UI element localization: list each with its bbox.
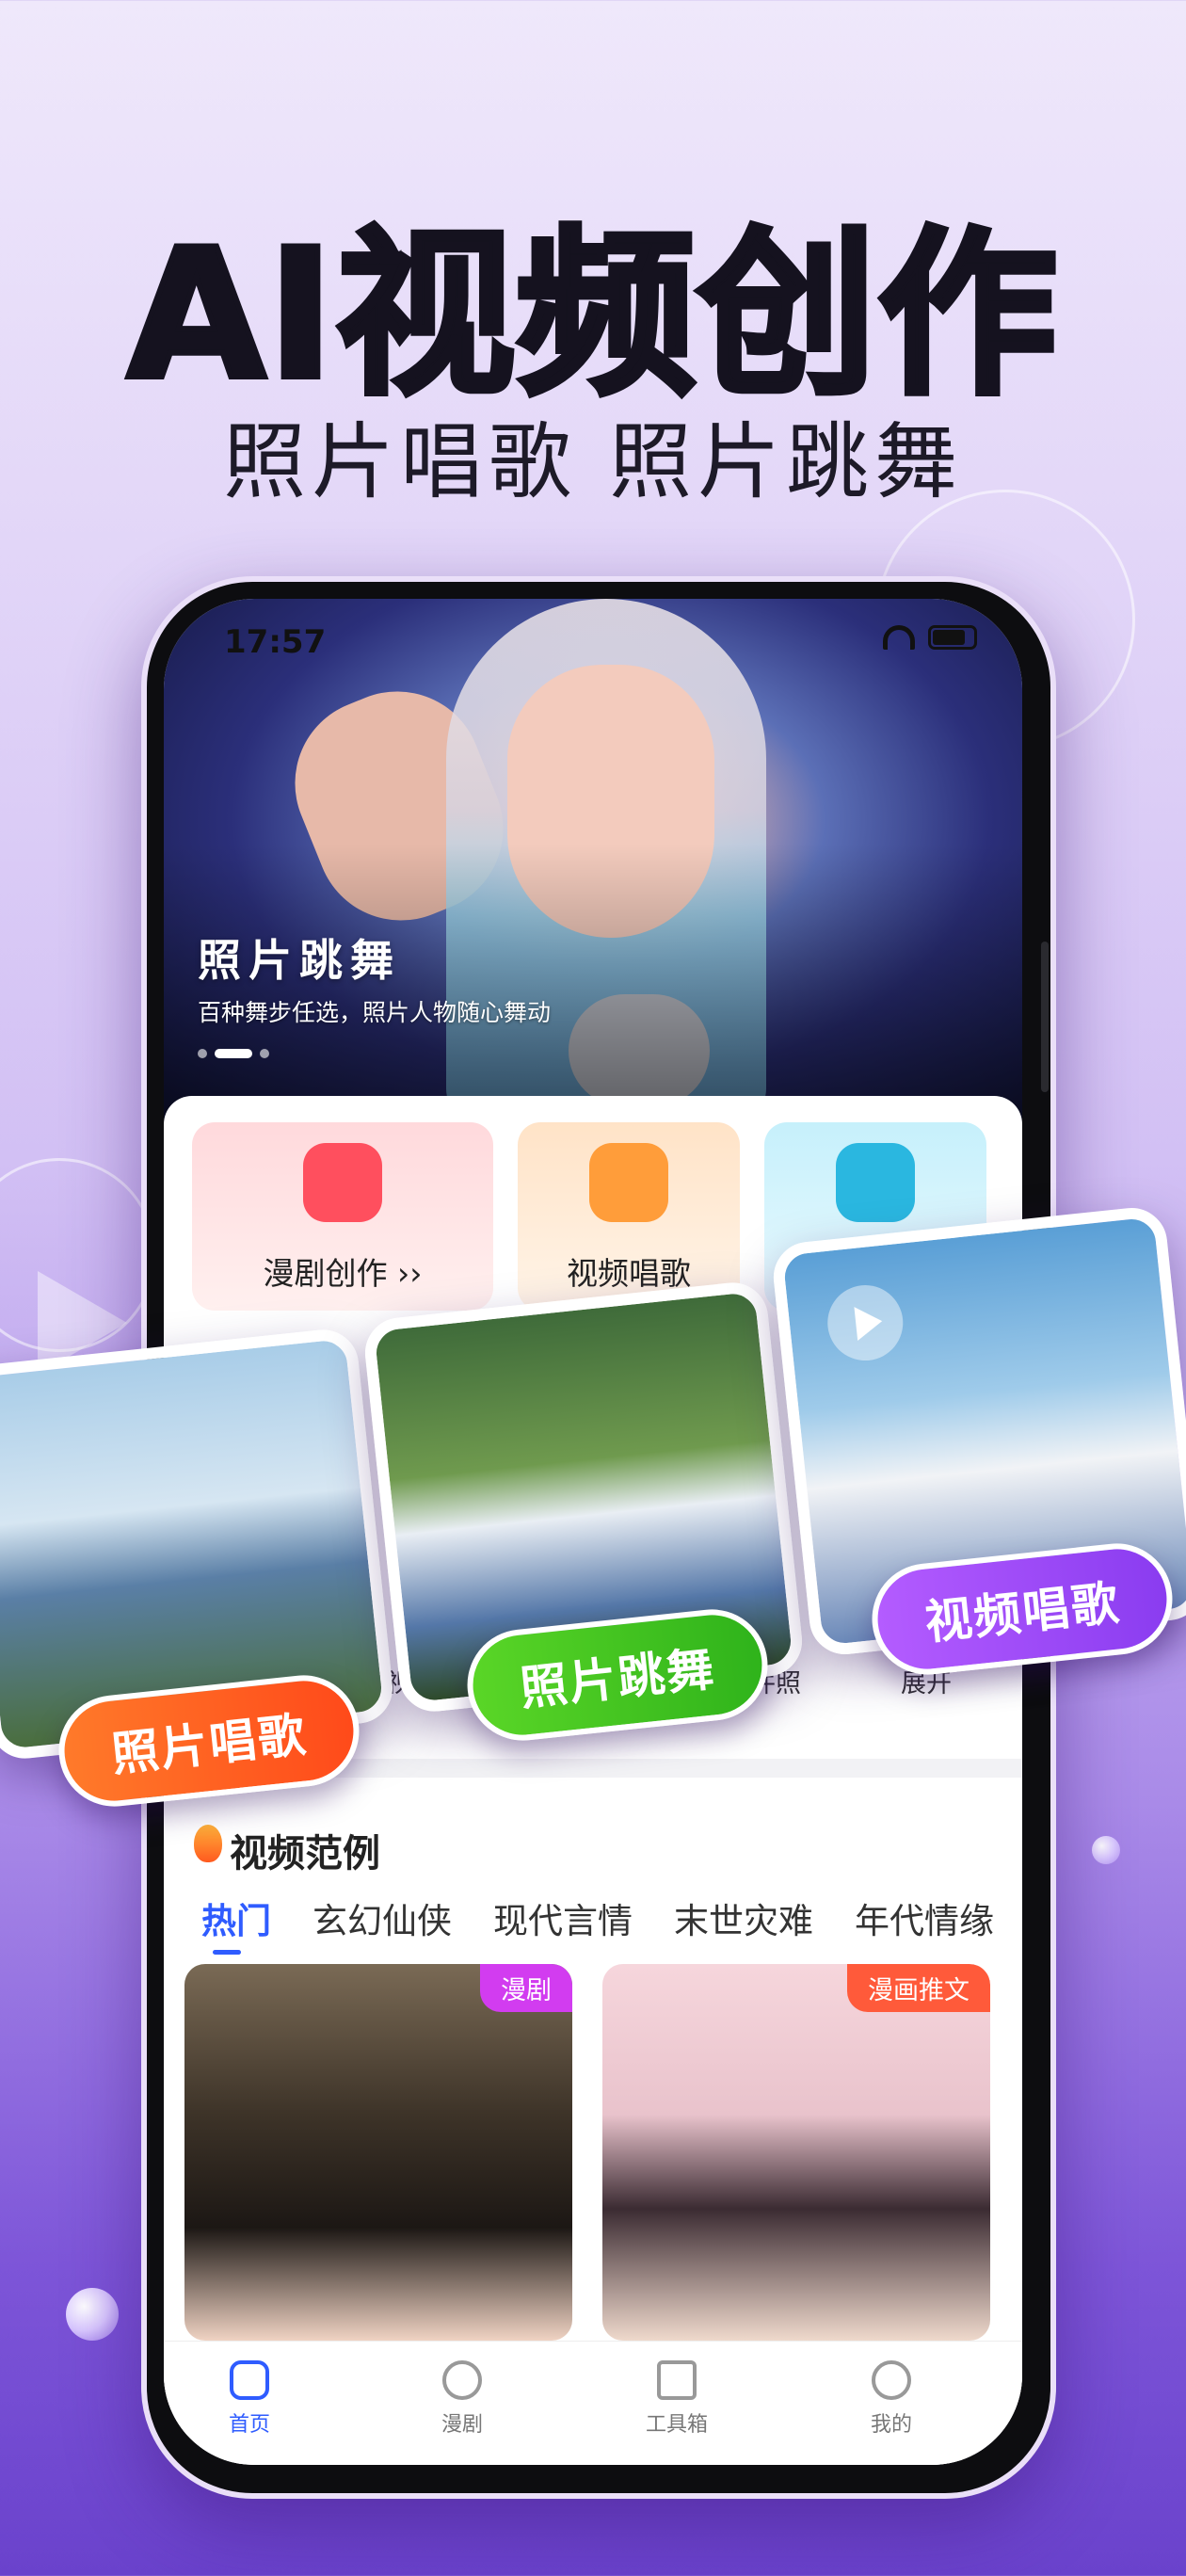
home-icon: [230, 2360, 269, 2400]
tab-hot[interactable]: 热门: [201, 1892, 271, 1955]
example-card-manju[interactable]: 漫剧: [184, 1964, 572, 2341]
nav-profile[interactable]: 我的: [821, 2360, 962, 2438]
bear-play-icon: [442, 2360, 482, 2400]
status-time: 17:57: [224, 623, 327, 661]
pagination-dot[interactable]: [260, 1049, 269, 1058]
banner-pagination[interactable]: [198, 1049, 269, 1058]
profile-face-icon: [872, 2360, 911, 2400]
pagination-dot[interactable]: [198, 1049, 207, 1058]
promo-subheadline: 照片唱歌 照片跳舞: [223, 413, 963, 510]
nav-home[interactable]: 首页: [179, 2360, 320, 2438]
card-tag: 漫画推文: [847, 1964, 990, 2012]
battery-icon: [928, 625, 977, 650]
pagination-dot-active[interactable]: [215, 1049, 252, 1058]
tab-xiandai[interactable]: 现代言情: [493, 1892, 633, 1943]
nav-manju[interactable]: 漫剧: [392, 2360, 533, 2438]
feature-label: 漫剧创作 ››: [263, 1255, 423, 1292]
nav-toolbox[interactable]: 工具箱: [606, 2360, 747, 2438]
phone-side-button: [1041, 942, 1049, 1092]
wifi-icon: [883, 625, 915, 650]
banner-description: 百种舞步任选，照片人物随心舞动: [198, 999, 552, 1026]
nav-label: 漫剧: [441, 2413, 483, 2437]
tab-niandai[interactable]: 年代情缘: [855, 1892, 994, 1943]
microphone-icon: [589, 1143, 668, 1222]
section-title: 视频范例: [230, 1832, 380, 1876]
grid-icon: [657, 2360, 697, 2400]
tab-moshi[interactable]: 末世灾难: [674, 1892, 813, 1943]
example-card-comic[interactable]: 漫画推文: [602, 1964, 990, 2341]
feature-card-manju[interactable]: 漫剧创作 ››: [192, 1122, 493, 1311]
banner-title: 照片跳舞: [198, 935, 401, 986]
category-tabs: 热门 玄幻仙侠 现代言情 末世灾难 年代情缘: [201, 1892, 994, 1955]
hero-banner[interactable]: 17:57 照片跳舞 百种舞步任选，照片人物随心舞动: [164, 599, 1022, 1126]
nav-label: 工具箱: [645, 2413, 708, 2437]
nav-label: 我的: [870, 2413, 912, 2437]
card-tag: 漫剧: [480, 1964, 572, 2012]
manju-sparkle-icon: [303, 1143, 382, 1222]
nav-label: 首页: [228, 2413, 270, 2437]
fire-icon: [194, 1825, 222, 1862]
play-icon[interactable]: [824, 1281, 907, 1364]
promo-headline: AI视频创作: [124, 208, 1060, 422]
bottom-nav: 首页 漫剧 工具箱 我的: [164, 2341, 1022, 2465]
status-icons: [883, 625, 977, 650]
feature-card-video-sing[interactable]: 视频唱歌: [518, 1122, 740, 1311]
tab-xuanhuan[interactable]: 玄幻仙侠: [313, 1892, 452, 1943]
cat-play-icon: [836, 1143, 915, 1222]
decorative-bubble: [66, 2288, 119, 2341]
decorative-bubble: [1092, 1836, 1120, 1864]
